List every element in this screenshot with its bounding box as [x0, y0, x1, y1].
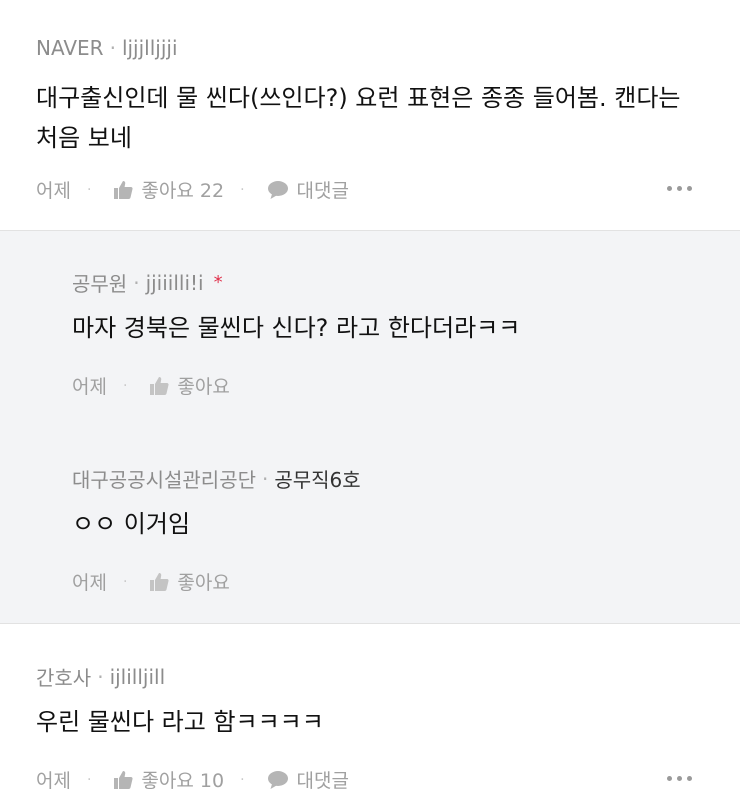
comment-actions: 어제 · 좋아요 22 · 대댓글 [36, 176, 349, 203]
reply-text: ㅇㅇ 이거임 [72, 510, 191, 538]
like-label: 좋아요 10 [141, 770, 225, 792]
comment-source[interactable]: 간호사 [36, 662, 91, 691]
dot-separator: · [240, 181, 245, 198]
comment-time: 어제 [36, 180, 71, 202]
reply-meta: 공무원 · jjiiilli!i * [72, 268, 223, 297]
dot-separator: · [122, 573, 128, 590]
thumbs-up-icon [149, 376, 169, 396]
comment-meta: 간호사 · ijlilljill [36, 662, 165, 691]
comment-source[interactable]: NAVER [36, 36, 104, 60]
dot-separator: · [122, 377, 128, 394]
reply-text: 마자 경북은 물씬다 신다? 라고 한다더라ㅋㅋ [72, 314, 521, 342]
reply-meta: 대구공공시설관리공단 · 공무직6호 [72, 464, 361, 493]
reply-handle[interactable]: 공무직6호 [274, 464, 360, 493]
reply-button[interactable]: 대댓글 [267, 766, 349, 793]
reply-time: 어제 [72, 572, 107, 594]
reply-source[interactable]: 대구공공시설관리공단 [72, 464, 256, 493]
like-label: 좋아요 [177, 572, 230, 594]
comment-text: 우린 물씬다 라고 함ㅋㅋㅋㅋ [36, 708, 324, 736]
thumbs-up-icon [113, 770, 133, 790]
like-button[interactable]: 좋아요 [149, 372, 230, 399]
like-button[interactable]: 좋아요 22 [113, 176, 224, 203]
thumbs-up-icon [149, 572, 169, 592]
reply-label: 대댓글 [296, 180, 349, 202]
speech-bubble-icon [267, 180, 289, 200]
like-label: 좋아요 22 [141, 180, 225, 202]
comment-actions: 어제 · 좋아요 10 · 대댓글 [36, 766, 349, 793]
reply-source[interactable]: 공무원 [72, 268, 127, 297]
reply-time: 어제 [72, 376, 107, 398]
speech-bubble-icon [267, 770, 289, 790]
like-button[interactable]: 좋아요 10 [113, 766, 224, 793]
like-button[interactable]: 좋아요 [149, 568, 230, 595]
comment-text: 대구출신인데 물 씬다(쓰인다?) 요런 표현은 종종 들어봄. 캔다는 처음 … [36, 84, 681, 152]
dot-separator: · [86, 771, 92, 788]
dot-separator: · [240, 771, 245, 788]
badge-star-icon: * [213, 272, 223, 293]
reply-actions: 어제 · 좋아요 [72, 372, 230, 399]
reply-button[interactable]: 대댓글 [267, 176, 349, 203]
meta-separator: · [97, 664, 104, 689]
dot-separator: · [86, 181, 92, 198]
reply-label: 대댓글 [296, 770, 349, 792]
reply-actions: 어제 · 좋아요 [72, 568, 230, 595]
comment-meta: NAVER · ljjjlljjji [36, 36, 178, 60]
comment-handle[interactable]: ljjjlljjji [122, 36, 178, 60]
reply-handle[interactable]: jjiiilli!i [146, 271, 204, 295]
meta-separator: · [133, 270, 140, 295]
comment-time: 어제 [36, 770, 71, 792]
meta-separator: · [109, 36, 116, 60]
thumbs-up-icon [113, 180, 133, 200]
like-label: 좋아요 [177, 376, 230, 398]
meta-separator: · [262, 466, 269, 491]
comment-handle[interactable]: ijlilljill [110, 665, 166, 689]
more-icon[interactable] [667, 776, 692, 781]
more-icon[interactable] [667, 186, 692, 191]
